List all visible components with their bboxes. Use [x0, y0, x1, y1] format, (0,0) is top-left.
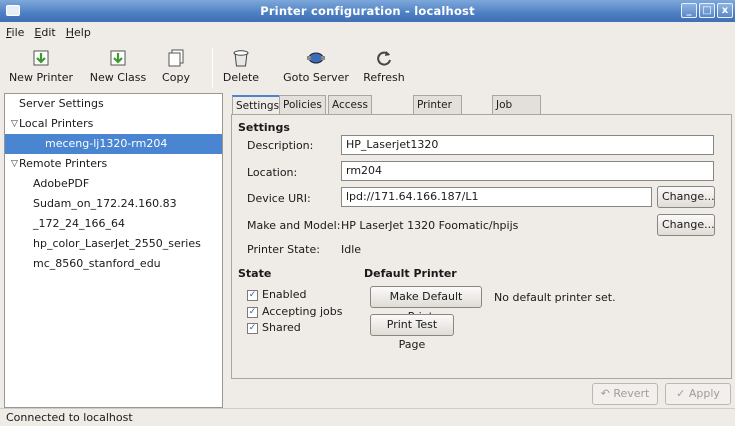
print-test-page-button[interactable]: Print Test Page — [370, 314, 454, 351]
new-printer-icon — [33, 50, 49, 66]
tree-local-printers[interactable]: ▽ Local Printers — [5, 114, 222, 134]
new-class-button[interactable]: New Class — [84, 44, 152, 92]
accepting-jobs-label[interactable]: Accepting jobs — [262, 305, 343, 318]
revert-button[interactable]: ↶ Revert — [592, 383, 658, 405]
status-text: Connected to localhost — [6, 411, 133, 424]
printer-state-value: Idle — [341, 243, 362, 256]
title-bar: Printer configuration - localhost _ □ x — [0, 0, 735, 22]
device-uri-field[interactable]: lpd://171.64.166.187/L1 — [341, 187, 652, 207]
tab-printer-options[interactable]: Printer Options — [413, 95, 462, 129]
apply-button[interactable]: ✓ Apply — [665, 383, 731, 405]
change-uri-button[interactable]: Change... — [657, 186, 715, 208]
copy-button[interactable]: Copy — [156, 44, 196, 92]
expander-icon[interactable]: ▽ — [11, 114, 18, 134]
window-title: Printer configuration - localhost — [260, 4, 475, 18]
device-uri-label: Device URI: — [247, 192, 311, 205]
shared-label[interactable]: Shared — [262, 321, 301, 334]
tree-item-remote-printer[interactable]: Sudam_on_172.24.160.83 — [5, 194, 222, 214]
default-printer-heading: Default Printer — [364, 267, 457, 280]
close-button[interactable]: x — [717, 3, 733, 18]
status-bar: Connected to localhost — [0, 408, 735, 426]
enabled-label[interactable]: Enabled — [262, 288, 306, 301]
maximize-button[interactable]: □ — [699, 3, 715, 18]
printer-state-label: Printer State: — [247, 243, 320, 256]
expander-icon[interactable]: ▽ — [11, 154, 18, 174]
tree-remote-printers[interactable]: ▽ Remote Printers — [5, 154, 222, 174]
tree-item-remote-printer[interactable]: _172_24_166_64 — [5, 214, 222, 234]
tree-server-settings[interactable]: Server Settings — [5, 94, 222, 114]
toolbar: New Printer New Class Copy Delete Goto S… — [0, 44, 735, 92]
new-class-icon — [110, 50, 126, 66]
enabled-checkbox[interactable]: ✓ — [247, 290, 258, 301]
minimize-button[interactable]: _ — [681, 3, 697, 18]
default-status-text: No default printer set. — [494, 291, 616, 304]
tab-settings[interactable]: Settings — [232, 95, 284, 116]
menu-file[interactable]: File — [6, 23, 24, 43]
tree-item-remote-printer[interactable]: hp_color_LaserJet_2550_series — [5, 234, 222, 254]
location-field[interactable]: rm204 — [341, 161, 714, 181]
make-default-button[interactable]: Make Default Printer — [370, 286, 482, 323]
tab-access-control[interactable]: Access control — [328, 95, 373, 129]
tree-item-remote-printer[interactable]: mc_8560_stanford_edu — [5, 254, 222, 274]
accepting-jobs-checkbox[interactable]: ✓ — [247, 307, 258, 318]
menu-edit[interactable]: Edit — [34, 23, 55, 43]
server-icon — [307, 52, 325, 64]
tree-item-remote-printer[interactable]: AdobePDF — [5, 174, 222, 194]
tree-item-local-printer[interactable]: meceng-lj1320-rm204 — [5, 134, 222, 154]
change-model-button[interactable]: Change... — [657, 214, 715, 236]
settings-panel: Settings Description: HP_Laserjet1320 Lo… — [231, 114, 732, 379]
description-label: Description: — [247, 139, 314, 152]
goto-server-button[interactable]: Goto Server — [282, 44, 350, 92]
menu-help[interactable]: Help — [66, 23, 91, 43]
make-model-value: HP LaserJet 1320 Foomatic/hpijs — [341, 219, 519, 232]
shared-checkbox[interactable]: ✓ — [247, 323, 258, 334]
refresh-button[interactable]: Refresh — [360, 44, 408, 92]
tab-policies[interactable]: Policies — [279, 95, 326, 115]
trash-icon — [233, 50, 249, 67]
menu-bar: File Edit Help — [0, 23, 735, 43]
description-field[interactable]: HP_Laserjet1320 — [341, 135, 714, 155]
make-model-label: Make and Model: — [247, 219, 341, 232]
location-label: Location: — [247, 166, 298, 179]
checkmark-icon: ✓ — [676, 387, 686, 400]
state-heading: State — [238, 267, 272, 280]
tab-job-options[interactable]: Job Options — [492, 95, 541, 129]
revert-icon: ↶ — [600, 387, 610, 400]
new-printer-button[interactable]: New Printer — [2, 44, 80, 92]
delete-button[interactable]: Delete — [222, 44, 260, 92]
copy-icon — [168, 49, 184, 67]
printer-tree: Server Settings ▽ Local Printers meceng-l… — [4, 93, 223, 408]
settings-heading: Settings — [238, 121, 290, 134]
refresh-icon — [377, 51, 391, 66]
